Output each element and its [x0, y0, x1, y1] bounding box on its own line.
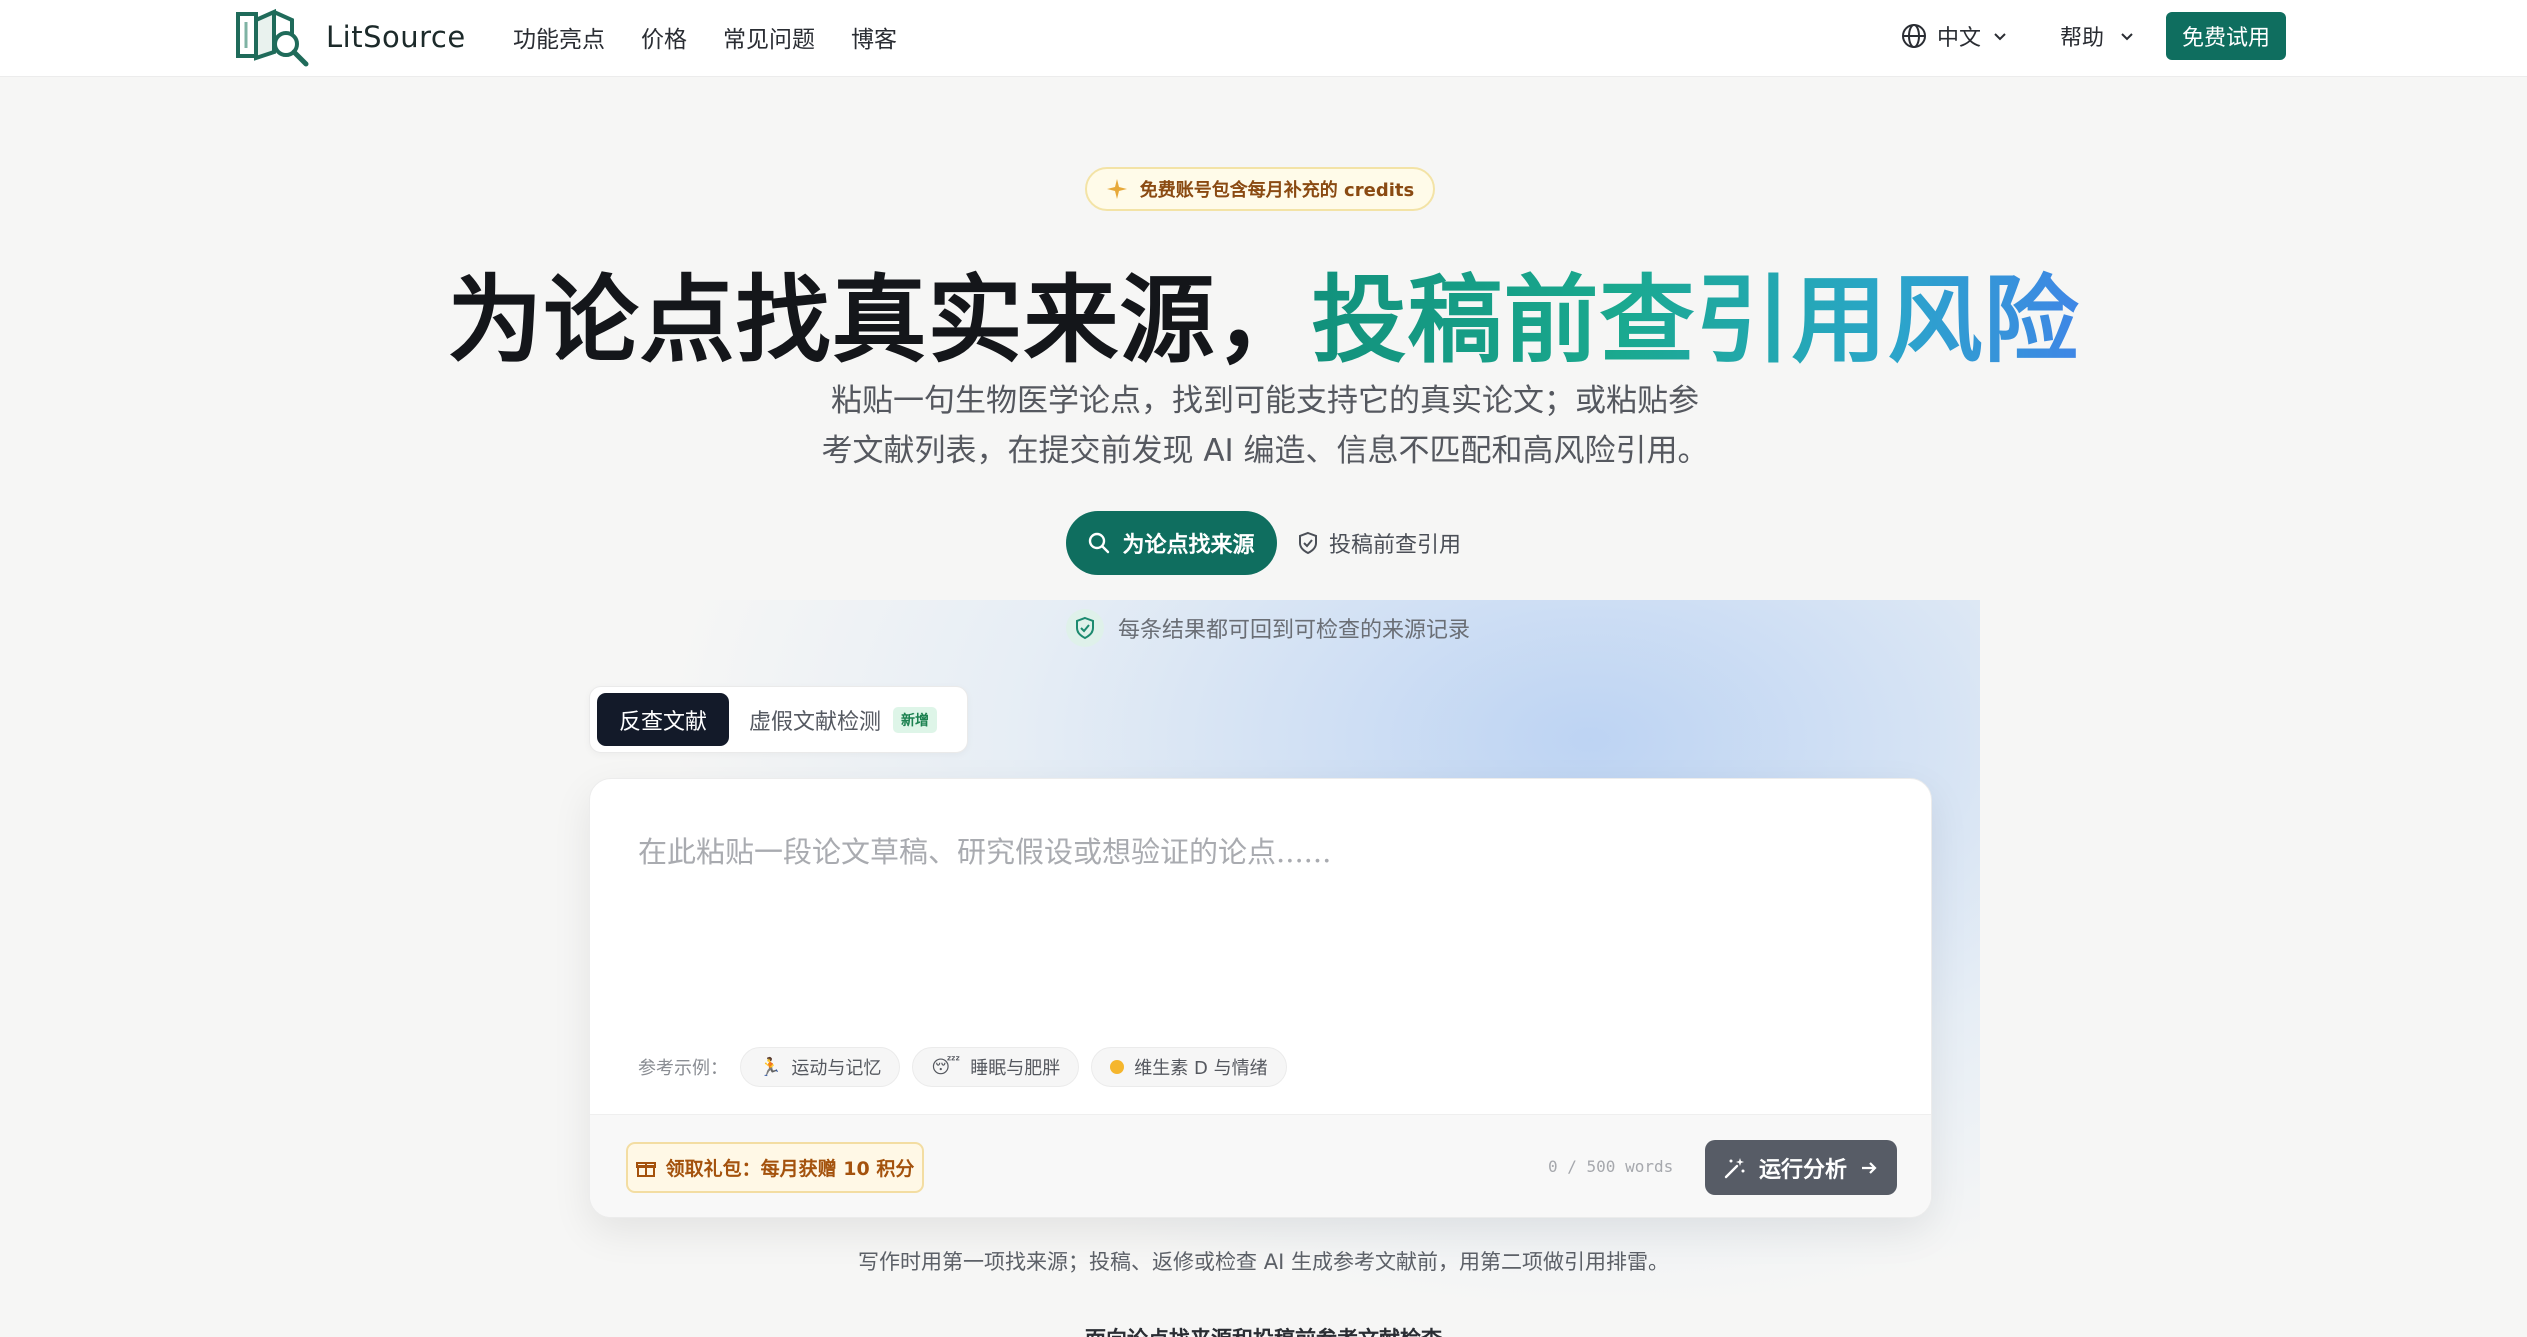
chevron-down-icon: [2121, 33, 2133, 41]
example-chips: 参考示例： 🏃 运动与记忆 😴 睡眠与肥胖 维生素 D 与情绪: [638, 1047, 1287, 1087]
globe-icon: [1902, 24, 1926, 48]
runner-icon: 🏃: [759, 1056, 782, 1078]
nav-item-pricing[interactable]: 价格: [641, 20, 687, 54]
hero-cta-row: 为论点找来源 投稿前查引用: [1066, 511, 1461, 575]
mode-tabs: 反查文献 虚假文献检测 新增: [589, 686, 968, 753]
trust-shield-icon: [1066, 609, 1104, 647]
gift-icon: [635, 1161, 656, 1177]
trust-text: 每条结果都可回到可检查的来源记录: [1118, 618, 1471, 643]
subtitle-line-2: 考文献列表，在提交前发现 AI 编造、信息不匹配和高风险引用。: [821, 433, 1709, 469]
example-chip-sleep-obesity[interactable]: 😴 睡眠与肥胖: [912, 1047, 1080, 1087]
check-citations-label: 投稿前查引用: [1329, 533, 1462, 558]
shield-check-icon: [1299, 531, 1317, 555]
examples-label: 参考示例：: [638, 1058, 728, 1079]
run-analysis-button[interactable]: 运行分析: [1705, 1140, 1897, 1195]
example-chip-label: 睡眠与肥胖: [970, 1058, 1061, 1079]
brand-name: LitSource: [326, 20, 466, 54]
chevron-down-icon: [1994, 33, 2006, 41]
language-selector[interactable]: 中文: [1901, 20, 2009, 52]
free-trial-button[interactable]: 免费试用: [2166, 12, 2286, 60]
example-chip-vitamin-d-mood[interactable]: 维生素 D 与情绪: [1091, 1047, 1287, 1087]
trust-note: 每条结果都可回到可检查的来源记录: [1066, 609, 1470, 647]
credits-badge: 免费账号包含每月补充的 credits: [1085, 167, 1435, 211]
headline-accent: 投稿前查引用风险: [1311, 266, 2080, 376]
check-citations-link[interactable]: 投稿前查引用: [1297, 527, 1461, 559]
example-chip-label: 运动与记忆: [791, 1058, 882, 1079]
headline-primary: 为论点找真实来源，: [447, 266, 1312, 376]
example-chip-label: 维生素 D 与情绪: [1134, 1058, 1268, 1079]
sun-dot-icon: [1110, 1060, 1125, 1074]
claim-input[interactable]: [638, 829, 1878, 999]
help-menu[interactable]: 帮助: [2060, 20, 2136, 52]
hero-headline: 为论点找真实来源，投稿前查引用风险: [0, 244, 2527, 381]
example-chip-exercise-memory[interactable]: 🏃 运动与记忆: [740, 1047, 901, 1087]
tab-fake-citation-check[interactable]: 虚假文献检测 新增: [737, 693, 949, 746]
run-analysis-label: 运行分析: [1758, 1157, 1847, 1183]
magic-wand-icon: [1724, 1157, 1745, 1178]
find-sources-button[interactable]: 为论点找来源: [1066, 511, 1277, 575]
book-magnifier-logo-icon: [236, 8, 309, 67]
nav-item-features[interactable]: 功能亮点: [513, 20, 605, 54]
brand-logo[interactable]: LitSource: [234, 6, 466, 68]
gift-credits-button[interactable]: 领取礼包：每月获赠 10 积分: [626, 1142, 924, 1193]
sparkle-icon: [1106, 179, 1127, 199]
find-sources-label: 为论点找来源: [1122, 533, 1255, 558]
search-icon: [1089, 532, 1110, 554]
main-nav: 功能亮点 价格 常见问题 博客: [513, 20, 897, 54]
card-footer: 领取礼包：每月获赠 10 积分 0 / 500 words 运行分析: [590, 1114, 1931, 1217]
language-label: 中文: [1937, 26, 1982, 51]
analysis-card: 参考示例： 🏃 运动与记忆 😴 睡眠与肥胖 维生素 D 与情绪 领取礼包：每月获…: [589, 778, 1932, 1218]
arrow-right-icon: [1862, 1161, 1877, 1174]
nav-item-blog[interactable]: 博客: [851, 20, 897, 54]
hero-subtitle: 粘贴一句生物医学论点，找到可能支持它的真实论文；或粘贴参 考文献列表，在提交前发…: [790, 376, 1740, 476]
tab-reverse-lookup[interactable]: 反查文献: [597, 693, 729, 746]
top-nav-bar: LitSource 功能亮点 价格 常见问题 博客 中文 帮助 免费试用: [0, 0, 2527, 77]
nav-item-faq[interactable]: 常见问题: [723, 20, 815, 54]
sleepy-face-icon: 😴: [931, 1056, 961, 1078]
tab-fake-citation-label: 虚假文献检测: [749, 709, 882, 735]
credits-badge-text: 免费账号包含每月补充的 credits: [1139, 180, 1415, 201]
usage-footnote: 写作时用第一项找来源；投稿、返修或检查 AI 生成参考文献前，用第二项做引用排雷…: [858, 1250, 1669, 1274]
word-counter: 0 / 500 words: [1548, 1157, 1674, 1176]
gift-label: 领取礼包：每月获赠 10 积分: [665, 1158, 915, 1180]
new-badge: 新增: [893, 706, 938, 733]
help-label: 帮助: [2060, 26, 2105, 51]
next-section-title: 面向论点找来源和投稿前参考文献检查: [0, 1323, 2527, 1337]
subtitle-line-1: 粘贴一句生物医学论点，找到可能支持它的真实论文；或粘贴参: [831, 383, 1699, 419]
